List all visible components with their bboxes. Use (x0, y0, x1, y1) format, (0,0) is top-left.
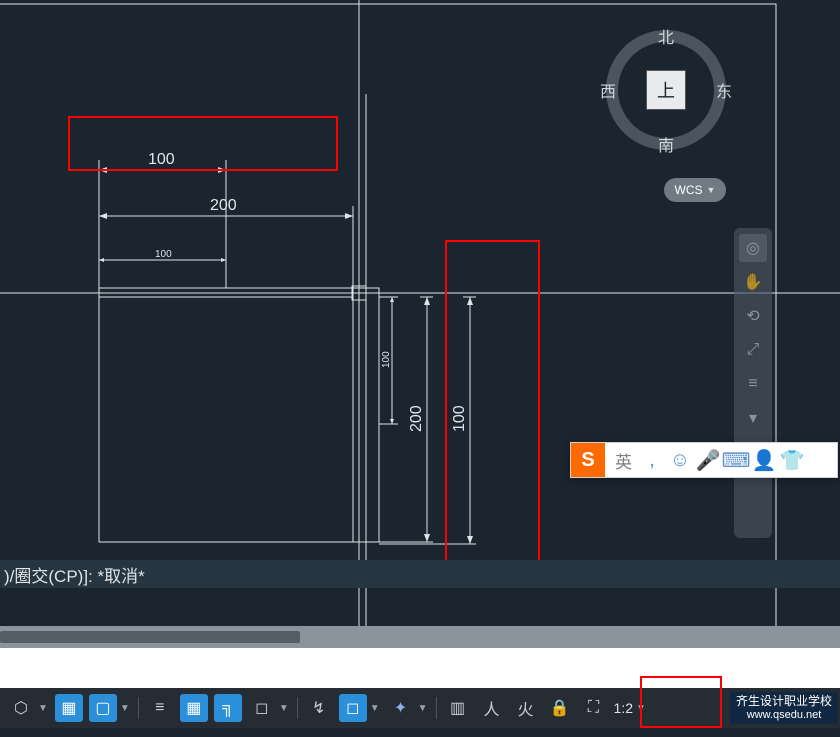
separator (436, 697, 437, 719)
grid-toggle[interactable]: ▦ (55, 694, 83, 722)
lineweight-toggle[interactable]: ▥ (444, 694, 472, 722)
pan-icon[interactable]: ✋ (739, 268, 767, 296)
command-line[interactable]: )/圈交(CP)]: *取消* (0, 560, 840, 588)
infer-constraints-toggle[interactable]: ≡ (146, 694, 174, 722)
dimension-v100-inner: 100 (379, 297, 398, 424)
transparency-toggle[interactable]: 人 (478, 694, 506, 722)
viewcube-east[interactable]: 东 (716, 78, 732, 102)
model-space-button[interactable]: ⬡ (7, 694, 35, 722)
object-snap-toggle[interactable]: ◻ (339, 694, 367, 722)
watermark: 齐生设计职业学校 www.qsedu.net (730, 692, 838, 724)
3d-osnap-toggle[interactable]: ✦ (387, 694, 415, 722)
watermark-line1: 齐生设计职业学校 (736, 694, 832, 708)
caret-icon[interactable]: ▼ (418, 703, 428, 714)
ime-punct-icon[interactable]: , (638, 446, 666, 474)
scrollbar-thumb[interactable] (0, 631, 300, 643)
navigation-bar: ◎ ✋ ⟲ ⤢ ≡ ▾ (734, 228, 772, 538)
viewcube-face-top[interactable]: 上 (646, 70, 686, 110)
watermark-line2: www.qsedu.net (736, 708, 832, 722)
caret-icon[interactable]: ▼ (120, 703, 130, 714)
ime-user-icon[interactable]: 👤 (750, 446, 778, 474)
caret-icon[interactable]: ▼ (279, 703, 289, 714)
ime-toolbar[interactable]: S 英 , ☺ 🎤 ⌨ 👤 👕 (570, 442, 838, 478)
ime-lang-toggle[interactable]: 英 (615, 448, 632, 473)
ime-skin-icon[interactable]: 👕 (778, 446, 806, 474)
separator (138, 697, 139, 719)
dimension-v200: 200 (379, 297, 433, 542)
ime-emoji-icon[interactable]: ☺ (666, 446, 694, 474)
command-text: )/圈交(CP)]: *取消* (4, 562, 145, 587)
ortho-mode-toggle[interactable]: ╗ (214, 694, 242, 722)
dropdown-icon: ▼ (707, 185, 716, 195)
horizontal-scrollbar[interactable] (0, 626, 840, 648)
caret-icon[interactable]: ▼ (370, 703, 380, 714)
selection-cycling-toggle[interactable]: 火 (512, 694, 540, 722)
lock-ui-toggle[interactable]: 🔒 (546, 694, 574, 722)
svg-text:200: 200 (210, 197, 237, 214)
polar-tracking-toggle[interactable]: ◻ (248, 694, 276, 722)
viewcube-west[interactable]: 西 (600, 78, 616, 102)
viewcube-south[interactable]: 南 (658, 132, 674, 156)
steering-wheel-icon[interactable]: ◎ (739, 234, 767, 262)
sogou-logo-icon[interactable]: S (571, 443, 605, 477)
orbit-icon[interactable]: ⟲ (739, 302, 767, 330)
more-tools-icon[interactable]: ≡ (739, 370, 767, 398)
dimension-h100-small: 100 (99, 249, 226, 288)
svg-text:100: 100 (381, 351, 392, 368)
annotation-scale-value[interactable]: 1:2 (611, 700, 636, 716)
highlight-box-1 (68, 116, 338, 171)
viewcube-north[interactable]: 北 (658, 24, 674, 48)
dynamic-input-toggle[interactable]: ▦ (180, 694, 208, 722)
wcs-dropdown[interactable]: WCS ▼ (664, 178, 726, 202)
svg-text:200: 200 (408, 405, 425, 432)
ime-mic-icon[interactable]: 🎤 (694, 446, 722, 474)
zoom-icon[interactable]: ⤢ (739, 336, 767, 364)
isometric-drafting-toggle[interactable]: ↯ (305, 694, 333, 722)
highlight-box-2 (445, 240, 540, 570)
dimension-h100-top: 100 (99, 151, 226, 288)
viewcube[interactable]: 上 北 南 西 东 (606, 30, 726, 150)
highlight-box-3 (640, 676, 722, 728)
ime-keyboard-icon[interactable]: ⌨ (722, 446, 750, 474)
annotation-scale-icon[interactable]: ⛶ (580, 694, 608, 722)
caret-icon[interactable]: ▼ (38, 703, 48, 714)
separator (297, 697, 298, 719)
svg-text:100: 100 (155, 249, 172, 260)
wcs-label: WCS (675, 183, 703, 197)
expand-icon[interactable]: ▾ (739, 404, 767, 432)
snap-mode-toggle[interactable]: ▢ (89, 694, 117, 722)
